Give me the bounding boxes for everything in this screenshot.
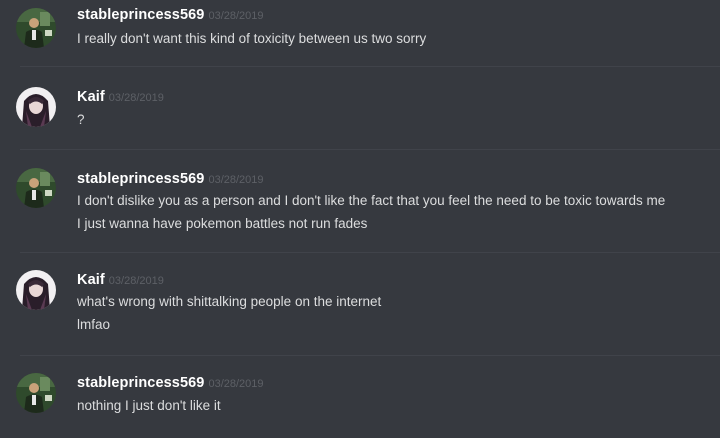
message-text: I just wanna have pokemon battles not ru… <box>77 216 368 231</box>
message-text: I don't dislike you as a person and I do… <box>77 193 666 208</box>
username[interactable]: Kaif <box>77 89 105 105</box>
timestamp: 03/28/2019 <box>208 10 264 22</box>
anime-girl-avatar-icon[interactable] <box>16 270 56 310</box>
timestamp: 03/28/2019 <box>108 92 164 104</box>
message-text: what's wrong with shittalking people on … <box>77 294 382 309</box>
timestamp: 03/28/2019 <box>208 378 264 390</box>
message-header: stableprincess569 03/28/2019 <box>77 170 264 188</box>
message-group: Kaif 03/28/2019 what's wrong with shittal… <box>0 253 720 355</box>
username[interactable]: stableprincess569 <box>77 171 204 187</box>
chat-messages: stableprincess569 03/28/2019 I really don… <box>0 0 720 438</box>
message-header: stableprincess569 03/28/2019 <box>77 6 264 24</box>
message-text: nothing I just don't like it <box>77 398 221 413</box>
message-group: Kaif 03/28/2019 ? <box>0 67 720 149</box>
man-suit-avatar-icon[interactable] <box>16 168 56 208</box>
timestamp: 03/28/2019 <box>108 275 164 287</box>
message-text: ? <box>77 112 85 127</box>
message-group: stableprincess569 03/28/2019 I really don… <box>0 0 720 66</box>
timestamp: 03/28/2019 <box>208 174 264 186</box>
man-suit-avatar-icon[interactable] <box>16 373 56 413</box>
message-header: Kaif 03/28/2019 <box>77 271 164 289</box>
message-text: lmfao <box>77 317 111 332</box>
message-header: Kaif 03/28/2019 <box>77 88 164 106</box>
anime-girl-avatar-icon[interactable] <box>16 87 56 127</box>
username[interactable]: stableprincess569 <box>77 7 204 23</box>
man-suit-avatar-icon[interactable] <box>16 8 56 48</box>
message-text: I really don't want this kind of toxicit… <box>77 31 427 46</box>
username[interactable]: stableprincess569 <box>77 375 204 391</box>
message-group: stableprincess569 03/28/2019 I don't disl… <box>0 150 720 252</box>
message-group: stableprincess569 03/28/2019 nothing I ju… <box>0 356 720 438</box>
username[interactable]: Kaif <box>77 272 105 288</box>
message-header: stableprincess569 03/28/2019 <box>77 374 264 392</box>
